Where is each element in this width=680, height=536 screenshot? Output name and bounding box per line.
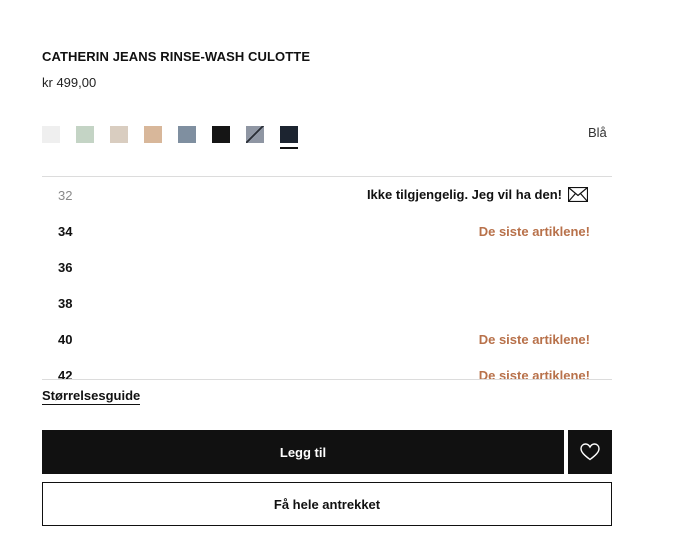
- color-swatch-off-white[interactable]: [42, 126, 60, 143]
- product-title: CATHERIN JEANS RINSE-WASH CULOTTE: [42, 49, 311, 64]
- size-number: 34: [58, 224, 73, 239]
- size-number: 40: [58, 332, 73, 347]
- product-price: kr 499,00: [42, 75, 97, 90]
- size-list-bottom-divider: [42, 379, 612, 380]
- size-row[interactable]: 34 De siste artiklene!: [42, 213, 612, 249]
- size-row[interactable]: 42 De siste artiklene!: [42, 357, 612, 379]
- add-to-cart-label: Legg til: [279, 444, 327, 460]
- color-swatch-grey-striped[interactable]: [246, 126, 264, 143]
- size-guide-link[interactable]: Størrelsesguide: [42, 388, 141, 405]
- size-number: 32: [58, 188, 73, 203]
- wishlist-button[interactable]: [568, 430, 612, 474]
- size-number: 38: [58, 296, 73, 311]
- size-list[interactable]: 32 Ikke tilgjengelig. Jeg vil ha den! 34…: [42, 177, 612, 379]
- color-swatch-beige[interactable]: [144, 126, 162, 143]
- mail-icon: [568, 187, 588, 202]
- size-row[interactable]: 36: [42, 249, 612, 285]
- stock-status: De siste artiklene!: [478, 368, 590, 379]
- color-swatch-sage[interactable]: [76, 126, 94, 143]
- stock-status: De siste artiklene!: [478, 224, 590, 239]
- get-full-outfit-button[interactable]: Få hele antrekket: [42, 482, 612, 526]
- heart-icon: [580, 443, 600, 461]
- add-to-cart-button[interactable]: Legg til: [42, 430, 564, 474]
- get-full-outfit-label: Få hele antrekket: [273, 496, 381, 512]
- color-swatch-dark-navy[interactable]: [280, 126, 298, 143]
- color-swatch-sand[interactable]: [110, 126, 128, 143]
- size-row[interactable]: 32 Ikke tilgjengelig. Jeg vil ha den!: [42, 177, 612, 213]
- notify-me-text: Ikke tilgjengelig. Jeg vil ha den!: [366, 187, 562, 202]
- size-number: 36: [58, 260, 73, 275]
- color-swatch-steel-blue[interactable]: [178, 126, 196, 143]
- selected-swatch-underline: [280, 147, 298, 149]
- stock-status: De siste artiklene!: [478, 332, 590, 347]
- size-row[interactable]: 40 De siste artiklene!: [42, 321, 612, 357]
- color-swatch-black[interactable]: [212, 126, 230, 143]
- size-row[interactable]: 38: [42, 285, 612, 321]
- size-number: 42: [58, 368, 73, 379]
- notify-me-link[interactable]: Ikke tilgjengelig. Jeg vil ha den!: [367, 187, 588, 202]
- selected-color-name: Blå: [588, 125, 607, 140]
